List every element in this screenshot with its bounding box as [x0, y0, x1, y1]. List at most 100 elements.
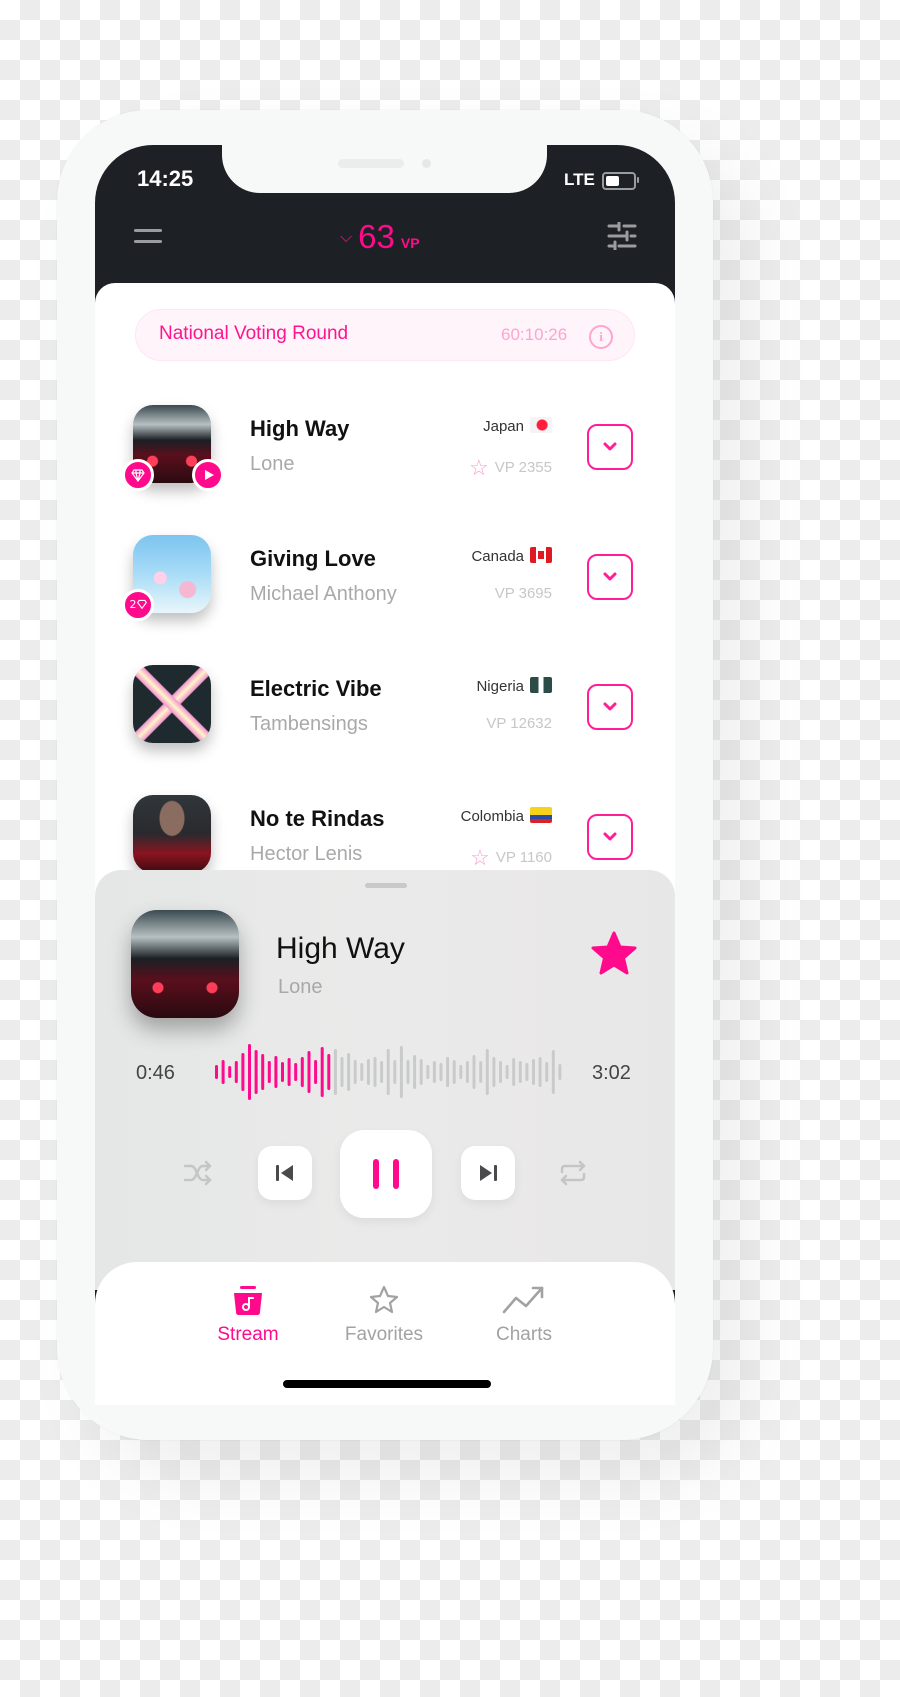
waveform-bar-played	[267, 1061, 271, 1083]
expand-song-button[interactable]	[587, 424, 633, 470]
vp-balance-dropdown[interactable]: ⌵ 63 VP	[340, 218, 420, 256]
trending-chart-icon	[502, 1286, 544, 1314]
song-country: Japan	[483, 417, 552, 435]
favorite-star-icon[interactable]	[590, 930, 638, 978]
vp-count: VP 2355	[494, 459, 552, 476]
waveform-bar-remaining	[413, 1055, 417, 1089]
speaker-grille	[338, 159, 404, 168]
expand-song-button[interactable]	[587, 554, 633, 600]
sliders-filter-icon[interactable]	[607, 222, 637, 250]
tab-stream[interactable]: Stream	[188, 1284, 308, 1346]
waveform-bar-remaining	[512, 1058, 516, 1086]
waveform-bar-remaining	[353, 1060, 357, 1084]
waveform-bar-played	[221, 1060, 225, 1084]
waveform-bar-remaining	[459, 1065, 463, 1079]
waveform-bar-played	[300, 1057, 304, 1087]
expand-song-button[interactable]	[587, 814, 633, 860]
waveform-bar-played	[287, 1058, 291, 1086]
star-outline-icon[interactable]: ☆	[470, 845, 490, 870]
battery-icon	[602, 172, 636, 190]
waveform-bar-remaining	[432, 1061, 436, 1083]
gem-badge	[122, 459, 154, 491]
waveform-bar-remaining	[505, 1065, 509, 1079]
song-artist: Hector Lenis	[250, 843, 363, 865]
tab-label: Favorites	[344, 1324, 424, 1345]
panel-drag-handle[interactable]	[365, 883, 407, 888]
country-name: Nigeria	[476, 678, 524, 695]
waveform-bar-played	[248, 1044, 251, 1100]
canada-flag-icon	[530, 547, 552, 563]
status-time: 14:25	[137, 166, 194, 191]
song-title: Giving Love	[250, 546, 376, 571]
waveform-bar-remaining	[518, 1061, 522, 1083]
waveform-bar-remaining	[499, 1061, 502, 1083]
chevron-down-icon	[603, 572, 617, 581]
waveform-bar-remaining	[558, 1064, 562, 1080]
country-name: Japan	[483, 418, 524, 435]
country-name: Colombia	[460, 808, 524, 825]
menu-line	[134, 229, 162, 232]
waveform-bar-remaining	[532, 1059, 535, 1085]
chevron-down-icon	[603, 832, 617, 841]
song-row[interactable]: Electric Vibe Tambensings Nigeria VP 126…	[95, 647, 675, 767]
song-title: High Way	[250, 416, 350, 441]
waveform-bar-remaining	[373, 1057, 377, 1087]
waveform-scrubber[interactable]	[214, 1040, 564, 1104]
now-playing-artist: Lone	[278, 976, 323, 998]
song-country: Nigeria	[476, 677, 552, 695]
notch	[222, 145, 547, 193]
star-outline-icon[interactable]: ☆	[469, 455, 489, 480]
tab-favorites[interactable]: Favorites	[324, 1284, 444, 1346]
battery-level	[606, 176, 619, 186]
vp-count: VP 12632	[486, 715, 552, 732]
gem-count: 2	[129, 598, 137, 611]
tab-charts[interactable]: Charts	[464, 1284, 584, 1346]
waveform-bar-remaining	[485, 1049, 489, 1095]
waveform-bar-remaining	[479, 1061, 483, 1083]
expand-song-button[interactable]	[587, 684, 633, 730]
battery-tip	[637, 177, 639, 183]
waveform-bar-played	[281, 1062, 284, 1082]
shuffle-icon[interactable]	[183, 1160, 213, 1190]
now-playing-album-art	[131, 910, 239, 1018]
waveform-bar-remaining	[380, 1061, 384, 1083]
skip-previous-icon	[276, 1165, 293, 1181]
hamburger-menu-icon[interactable]	[134, 229, 162, 245]
waveform-bar-played	[241, 1053, 245, 1091]
album-art	[133, 665, 211, 743]
nigeria-flag-icon	[530, 677, 552, 693]
song-title: No te Rindas	[250, 806, 385, 831]
gem-icon	[131, 469, 145, 482]
total-duration: 3:02	[592, 1062, 631, 1084]
country-name: Canada	[471, 548, 524, 565]
elapsed-time: 0:46	[136, 1062, 175, 1084]
waveform-bar-remaining	[340, 1057, 344, 1087]
waveform-bar-remaining	[333, 1049, 337, 1095]
waveform-bar-remaining	[366, 1059, 370, 1085]
pause-button[interactable]	[340, 1130, 432, 1218]
waveform-bar-remaining	[538, 1057, 542, 1087]
play-badge[interactable]	[192, 459, 224, 491]
gem-count-badge: 2	[122, 589, 154, 621]
next-track-button[interactable]	[461, 1146, 515, 1200]
song-vp: VP 12632	[486, 715, 552, 732]
info-icon[interactable]: i	[589, 325, 613, 349]
chevron-down-icon	[603, 702, 617, 711]
repeat-icon[interactable]	[558, 1160, 588, 1190]
home-indicator	[283, 1380, 491, 1388]
song-row[interactable]: 2 Giving Love Michael Anthony Canada VP …	[95, 517, 675, 637]
waveform-bar-played	[261, 1054, 265, 1090]
chevron-down-icon	[603, 442, 617, 451]
waveform-bar-remaining	[393, 1060, 397, 1084]
song-row[interactable]: High Way Lone Japan ☆ VP 2355	[95, 387, 675, 507]
previous-track-button[interactable]	[258, 1146, 312, 1200]
song-artist: Michael Anthony	[250, 583, 397, 605]
waveform-bar-remaining	[465, 1061, 469, 1083]
song-artist: Lone	[250, 453, 295, 475]
waveform-bar-remaining	[399, 1046, 403, 1098]
colombia-flag-icon	[530, 807, 552, 823]
vp-unit: VP	[400, 235, 420, 251]
menu-line	[134, 240, 162, 243]
waveform-bar-remaining	[446, 1057, 450, 1087]
waveform-bar-played	[327, 1054, 331, 1090]
